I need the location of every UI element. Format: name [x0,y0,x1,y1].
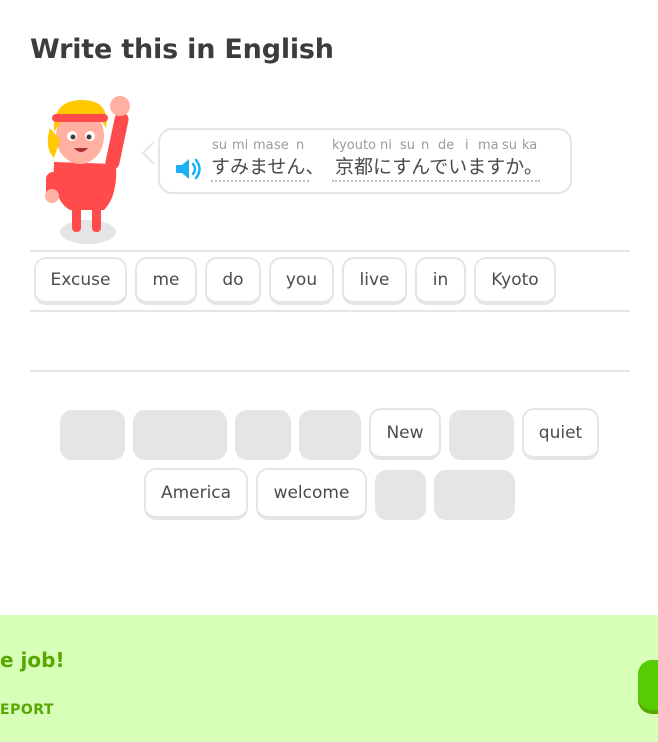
japanese-sentence-part-1[interactable]: すみません、 [211,152,324,179]
romaji-hint: de [438,138,455,153]
answer-tile[interactable]: Kyoto [474,257,556,305]
speaker-icon[interactable] [174,156,204,182]
romaji-hint: n [421,138,430,153]
answer-line-middle [30,310,630,312]
answer-tile[interactable]: Excuse [34,257,127,305]
hint-underline [332,180,540,182]
romaji-hint: ni [380,138,392,153]
answer-tile[interactable]: live [342,257,407,305]
hint-underline [211,180,309,182]
word-bank-tile[interactable]: quiet [522,408,599,460]
word-bank-empty-slot [235,410,291,460]
answer-tile[interactable]: you [269,257,334,305]
answer-line-bottom [30,370,630,372]
word-bank-tile[interactable]: America [144,468,248,520]
feedback-title: e job! [0,648,65,672]
romaji-hint: ma [253,138,274,153]
word-bank-empty-slot [449,410,514,460]
character-illustration [45,96,130,244]
romaji-hint: ka [522,138,538,153]
romaji-hint: n [296,138,305,153]
romaji-hint: se [274,138,289,153]
word-bank-empty-slot [375,470,426,520]
word-bank-empty-slot [434,470,515,520]
romaji-hint: su [212,138,228,153]
answer-line-top [30,250,630,252]
feedback-footer [0,615,658,742]
report-link[interactable]: EPORT [0,702,54,718]
romaji-hint: su [502,138,518,153]
word-bank-tile[interactable]: welcome [256,468,367,520]
romaji-hint: ma [478,138,499,153]
romaji-hint: kyouto [332,138,377,153]
word-bank-tile[interactable]: New [369,408,441,460]
answer-tile[interactable]: do [205,257,261,305]
japanese-sentence-part-2[interactable]: 京都にすんでいますか。 [335,152,543,179]
answer-tile[interactable]: me [135,257,197,305]
page-title: Write this in English [30,34,334,65]
answer-tile[interactable]: in [415,257,466,305]
word-bank-empty-slot [60,410,125,460]
romaji-hint: i [465,138,469,153]
continue-button[interactable] [638,660,658,710]
romaji-hint: su [400,138,416,153]
romaji-hint: mi [232,138,249,153]
word-bank-empty-slot [299,410,361,460]
word-bank-empty-slot [133,410,227,460]
